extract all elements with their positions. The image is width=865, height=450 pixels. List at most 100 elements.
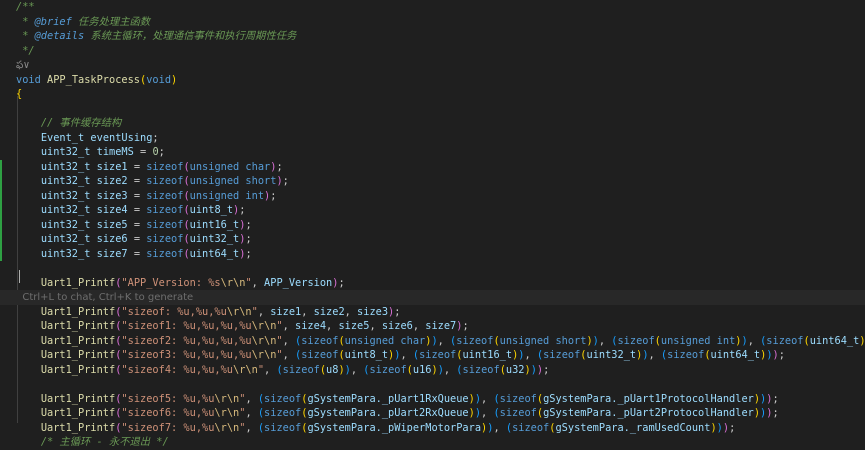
code-token: , [437, 334, 451, 347]
code-line[interactable]: uint32_t size7 = sizeof(uint64_t); [0, 246, 865, 261]
code-line[interactable]: uint32_t timeMS = 0; [0, 145, 865, 160]
fold-chevron-icon[interactable]: ఫ∨ [16, 59, 30, 71]
code-token: uint64_t [710, 349, 761, 361]
code-token: uint16_t [189, 218, 240, 231]
code-line[interactable]: Uart1_Printf("sizeof6: %u,%u\r\n", (size… [0, 406, 865, 421]
code-line[interactable]: uint32_t size1 = sizeof(unsigned char); [0, 159, 865, 174]
code-token: ; [338, 276, 345, 289]
code-line[interactable]: { [0, 87, 865, 102]
code-token: u8 [326, 363, 339, 376]
code-token: = [127, 233, 147, 245]
code-token: // 事件缓存结构 [40, 117, 122, 129]
git-change-marker[interactable] [0, 174, 2, 189]
line-text: */ [16, 44, 35, 59]
code-token: size7 [425, 320, 457, 332]
code-line[interactable]: Uart1_Printf("sizeof3: %u,%u,%u,%u\r\n",… [0, 348, 865, 363]
code-token: uint8_t [189, 204, 234, 216]
code-line[interactable] [0, 261, 865, 276]
code-token: uint32_t [40, 218, 91, 231]
code-token: size6 [96, 233, 128, 245]
code-line[interactable]: uint32_t size5 = sizeof(uint16_t); [0, 217, 865, 232]
code-line[interactable]: * @brief 任务处理主函数 [0, 15, 865, 30]
line-text: * @details 系统主循环，处理通信事件和执行周期性任务 [16, 29, 296, 44]
code-line[interactable]: */ [0, 44, 865, 59]
code-line[interactable]: /* 主循环 - 永不退出 */ [0, 435, 865, 450]
git-change-marker[interactable] [0, 217, 2, 232]
code-line[interactable]: uint32_t size3 = sizeof(unsigned int); [0, 188, 865, 204]
code-token: , [326, 320, 339, 332]
code-line[interactable]: Uart1_Printf("sizeof5: %u,%u\r\n", (size… [0, 392, 865, 407]
code-line[interactable]: void APP_TaskProcess(void) [0, 73, 865, 88]
code-line[interactable]: ఫ∨ [0, 58, 865, 73]
code-token: * [16, 30, 35, 42]
code-token: = [127, 247, 147, 260]
code-token: ; [245, 247, 252, 260]
code-token: Uart1_Printf [40, 363, 116, 376]
code-token: size4 [96, 204, 128, 216]
code-token: "sizeof5: %u,%u [121, 392, 215, 405]
line-text: uint32_t size3 = sizeof(unsigned int); [16, 189, 277, 204]
code-token: , [245, 407, 258, 419]
code-line[interactable] [0, 102, 865, 117]
code-token: \r\n [226, 305, 252, 318]
code-token: size3 [357, 305, 389, 318]
code-line[interactable]: uint32_t size6 = sizeof(uint32_t); [0, 232, 865, 247]
code-line[interactable]: uint32_t size4 = sizeof(uint8_t); [0, 203, 865, 218]
code-token: eventUsing [90, 131, 153, 144]
code-token: size2 [313, 305, 345, 318]
code-token: uint32_t [40, 160, 91, 173]
code-token: "APP_Version: %s [121, 276, 221, 289]
code-line[interactable]: Uart1_Printf("APP_Version: %s\r\n", APP_… [0, 276, 865, 291]
code-token: void [16, 73, 41, 86]
code-line[interactable]: Uart1_Printf("sizeof4: %u,%u,%u\r\n", (s… [0, 363, 865, 378]
code-token: , [282, 349, 296, 361]
git-change-marker[interactable] [0, 159, 2, 174]
code-editor[interactable]: /** * @brief 任务处理主函数 * @details 系统主循环，处理… [0, 0, 865, 448]
code-token: timeMS [96, 146, 134, 158]
git-change-marker[interactable] [0, 203, 2, 218]
code-token: unsigned int [189, 189, 265, 202]
code-line-current[interactable]: Ctrl+L to chat, Ctrl+K to generate [0, 290, 865, 305]
line-text: void APP_TaskProcess(void) [16, 73, 177, 88]
line-text: Uart1_Printf("sizeof1: %u,%u,%u,%u\r\n",… [16, 319, 469, 334]
git-change-marker[interactable] [0, 232, 2, 247]
code-token: */ [16, 44, 35, 57]
code-token: , [251, 276, 265, 289]
line-text: Uart1_Printf("APP_Version: %s\r\n", APP_… [16, 276, 345, 291]
code-line[interactable] [0, 377, 865, 392]
code-token: \r\n [214, 407, 240, 419]
code-token: Uart1_Printf [40, 305, 116, 318]
code-line[interactable]: Uart1_Printf("sizeof1: %u,%u,%u,%u\r\n",… [0, 319, 865, 334]
code-line[interactable]: /** [0, 0, 865, 15]
code-token: sizeof [264, 421, 302, 434]
code-token: 系统主循环，处理通信事件和执行周期性任务 [84, 30, 297, 42]
code-line[interactable]: Uart1_Printf("sizeof2: %u,%u,%u,%u\r\n",… [0, 334, 865, 349]
code-token: = [127, 204, 147, 216]
code-token: , [369, 320, 382, 332]
line-text: uint32_t size6 = sizeof(uint32_t); [16, 232, 252, 247]
code-token: ; [729, 421, 736, 434]
code-line[interactable]: uint32_t size2 = sizeof(unsigned short); [0, 174, 865, 189]
code-token: , [245, 392, 258, 405]
git-change-marker[interactable] [0, 188, 2, 203]
code-token: "sizeof2: %u,%u,%u,%u [121, 334, 252, 347]
code-line[interactable]: // 事件缓存结构 [0, 116, 865, 131]
code-token: APP_TaskProcess [47, 73, 141, 86]
code-token: "sizeof4: %u,%u,%u [121, 363, 234, 376]
code-line[interactable]: Uart1_Printf("sizeof: %u,%u,%u\r\n", siz… [0, 305, 865, 320]
code-line[interactable]: Event_t eventUsing; [0, 131, 865, 146]
code-token: , [264, 363, 277, 376]
code-token: ; [543, 363, 550, 376]
git-change-marker[interactable] [0, 246, 2, 261]
code-line[interactable]: * @details 系统主循环，处理通信事件和执行周期性任务 [0, 29, 865, 44]
code-token: uint64_t [809, 334, 860, 347]
line-text: uint32_t size2 = sizeof(unsigned short); [16, 174, 289, 189]
code-token: uint8_t [344, 349, 389, 361]
code-token: sizeof [146, 233, 184, 245]
code-token: sizeof [667, 349, 705, 361]
code-token: "sizeof3: %u,%u,%u,%u [121, 349, 252, 361]
